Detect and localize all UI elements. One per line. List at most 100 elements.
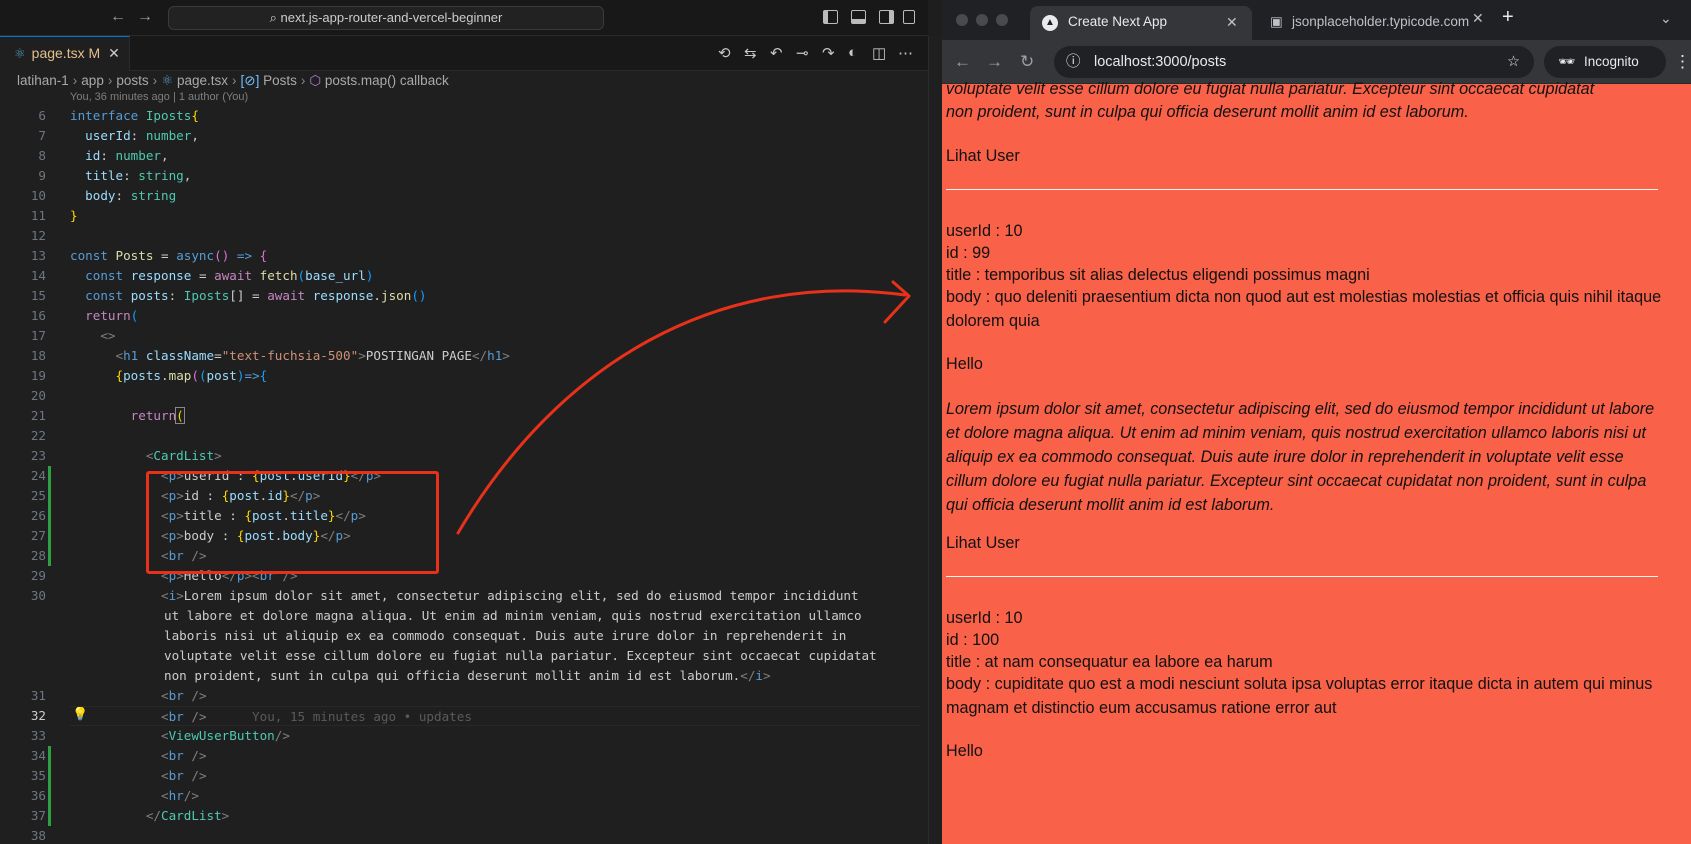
tab-create-next-app[interactable]: ▲ Create Next App ✕: [1030, 6, 1252, 40]
browser-window: ▲ Create Next App ✕ ▣ jsonplaceholder.typic…: [942, 0, 1691, 844]
customize-layout-icon[interactable]: [903, 10, 915, 24]
more-actions-icon[interactable]: ⋯: [898, 44, 913, 62]
post-divider: [946, 189, 1658, 190]
code-line: </CardList>: [145, 808, 230, 823]
code-line-wrap: non proident, sunt in culpa qui officia …: [164, 668, 771, 683]
code-line: <ViewUserButton/>: [161, 728, 290, 743]
code-line: <CardList>: [145, 448, 222, 463]
toggle-secondary-sidebar-icon[interactable]: [879, 10, 894, 24]
code-line: id: number,: [85, 148, 169, 163]
line-number: 13: [30, 248, 46, 263]
breadcrumb-item[interactable]: latihan-1: [17, 73, 69, 88]
code-line: <h1 className="text-fuchsia-500">POSTING…: [115, 348, 510, 363]
line-number: 12: [30, 228, 46, 243]
editor-scrollbar[interactable]: [928, 36, 942, 844]
line-number: 18: [30, 348, 46, 363]
post-hello: Hello: [946, 355, 983, 373]
breadcrumb-item[interactable]: page.tsx: [177, 73, 228, 88]
code-line: }: [70, 208, 78, 223]
search-icon: ⌕: [269, 10, 281, 25]
line-number: 26: [30, 508, 46, 523]
code-line: return(: [130, 407, 185, 424]
line-number: 31: [30, 688, 46, 703]
new-tab-icon[interactable]: +: [1502, 6, 1514, 29]
code-line: title: string,: [85, 168, 192, 183]
current-line-number: 32: [30, 708, 46, 723]
window-close-button[interactable]: [956, 14, 968, 26]
line-number: 33: [30, 728, 46, 743]
tab-jsonplaceholder[interactable]: ▣ jsonplaceholder.typicode.com: [1262, 6, 1472, 40]
timeline-icon[interactable]: ⟲: [718, 44, 731, 62]
close-icon[interactable]: ✕: [108, 45, 120, 61]
page-content: voluptate velit esse cillum dolore eu fu…: [942, 80, 1691, 844]
tab-search-icon[interactable]: ⌄: [1660, 10, 1672, 27]
line-number: 15: [30, 288, 46, 303]
close-icon[interactable]: ✕: [1472, 10, 1484, 27]
gitlens-icon[interactable]: ◐: [848, 44, 857, 61]
bookmark-star-icon[interactable]: ☆: [1507, 46, 1520, 78]
symbol-method-icon: ⬡: [309, 73, 325, 88]
command-center-search[interactable]: ⌕ next.js-app-router-and-vercel-beginner: [168, 6, 604, 30]
react-file-icon: ⚛: [161, 73, 177, 88]
line-number: 16: [30, 308, 46, 323]
menu-icon[interactable]: ⋮: [1674, 52, 1691, 72]
line-number: 6: [38, 108, 46, 123]
view-user-button[interactable]: Lihat User: [946, 144, 1672, 168]
incognito-icon: 🕶: [1558, 54, 1576, 69]
post-title: title : temporibus sit alias delectus el…: [946, 266, 1370, 284]
code-line: body: string: [85, 188, 177, 203]
line-number: 38: [30, 828, 46, 843]
line-number: 23: [30, 448, 46, 463]
code-line: <i>Lorem ipsum dolor sit amet, consectet…: [161, 588, 859, 603]
close-icon[interactable]: ✕: [1226, 6, 1238, 38]
breadcrumb-item[interactable]: posts: [116, 73, 148, 88]
reload-icon[interactable]: ↻: [1020, 52, 1034, 72]
line-number: 9: [38, 168, 46, 183]
symbol-variable-icon: [⊘]: [240, 73, 264, 88]
window-zoom-button[interactable]: [996, 14, 1008, 26]
back-arrow-icon[interactable]: ←: [110, 8, 126, 26]
git-commit-icon[interactable]: ⊸: [796, 44, 809, 62]
compare-icon[interactable]: ⇆: [744, 44, 757, 62]
git-back-icon[interactable]: ↶: [770, 44, 783, 62]
line-number: 14: [30, 268, 46, 283]
window-minimize-button[interactable]: [976, 14, 988, 26]
git-forward-icon[interactable]: ↷: [822, 44, 835, 62]
breadcrumb: latihan-1 › app › posts › ⚛ page.tsx › [⊘] Posts…: [17, 73, 449, 88]
toggle-panel-icon[interactable]: [851, 10, 866, 24]
line-number: 21: [30, 408, 46, 423]
line-number: 36: [30, 788, 46, 803]
breadcrumb-item[interactable]: Posts: [263, 73, 297, 88]
code-line: return(: [85, 308, 139, 323]
code-line: <br />: [161, 748, 207, 763]
address-bar[interactable]: ⓘ localhost:3000/posts ☆: [1054, 46, 1534, 78]
tab-page-tsx[interactable]: ⚛ page.tsx M ✕: [0, 36, 130, 71]
code-line: {posts.map((post)=>{: [115, 368, 268, 383]
url-text: localhost:3000/posts: [1094, 54, 1227, 70]
workspace-name: next.js-app-router-and-vercel-beginner: [280, 10, 503, 25]
split-editor-icon[interactable]: ◫: [872, 44, 886, 62]
code-line-wrap: laboris nisi ut aliquip ex ea commodo co…: [164, 628, 847, 643]
line-number: 8: [38, 148, 46, 163]
view-user-button[interactable]: Lihat User: [946, 531, 1672, 555]
tab-title: jsonplaceholder.typicode.com: [1292, 14, 1470, 29]
line-number: 11: [30, 208, 46, 223]
incognito-indicator[interactable]: 🕶 Incognito: [1544, 46, 1666, 78]
line-number: 24: [30, 468, 46, 483]
line-number: 20: [30, 388, 46, 403]
post-divider: [946, 576, 1658, 577]
line-number: 22: [30, 428, 46, 443]
post-lorem: voluptate velit esse cillum dolore eu fu…: [946, 80, 1595, 98]
back-arrow-icon[interactable]: ←: [954, 52, 971, 72]
toggle-sidebar-icon[interactable]: [823, 10, 838, 24]
line-number: 30: [30, 588, 46, 603]
site-info-icon[interactable]: ⓘ: [1066, 46, 1081, 78]
forward-arrow-icon[interactable]: →: [986, 52, 1003, 72]
breadcrumb-item[interactable]: app: [81, 73, 104, 88]
blame-header[interactable]: You, 36 minutes ago | 1 author (You): [70, 91, 248, 103]
annotation-highlight-box: [146, 471, 439, 574]
post-lorem: non proident, sunt in culpa qui officia …: [946, 103, 1469, 121]
breadcrumb-item[interactable]: posts.map() callback: [325, 73, 449, 88]
code-line: interface Iposts{: [70, 108, 199, 123]
forward-arrow-icon[interactable]: →: [137, 8, 153, 26]
